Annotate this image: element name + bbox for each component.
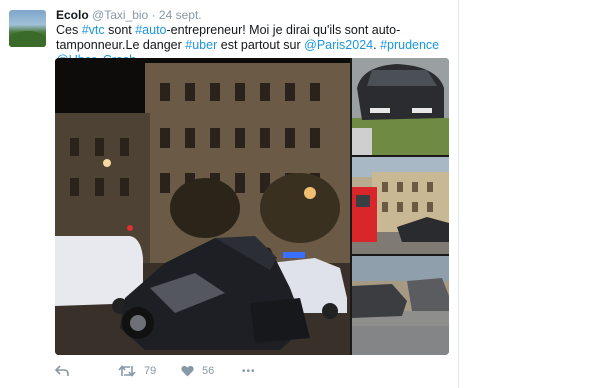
retweet-count: 79 xyxy=(144,365,157,377)
avatar[interactable] xyxy=(9,10,46,47)
author-handle[interactable]: @Taxi_bio xyxy=(92,8,148,22)
mention-paris2024[interactable]: @Paris2024 xyxy=(304,38,373,52)
like-button[interactable]: 56 xyxy=(181,362,214,380)
photo-street-fire-truck[interactable] xyxy=(352,157,449,254)
photo-damaged-car[interactable] xyxy=(352,58,449,155)
heart-icon xyxy=(181,365,194,377)
more-button[interactable]: ••• xyxy=(242,362,256,380)
author-name[interactable]: Ecolo xyxy=(56,8,89,22)
retweet-button[interactable]: 79 xyxy=(118,362,156,380)
tweet-header: Ecolo @Taxi_bio · 24 sept. xyxy=(56,8,202,23)
text-segment: sont xyxy=(104,23,136,37)
hashtag-vtc[interactable]: #vtc xyxy=(82,23,105,37)
media-grid xyxy=(55,58,449,355)
separator: · xyxy=(151,8,156,22)
hashtag-auto[interactable]: #auto xyxy=(135,23,166,37)
photo-car-crash-night[interactable] xyxy=(55,58,350,355)
hashtag-uber[interactable]: #uber xyxy=(185,38,217,52)
hashtag-prudence[interactable]: #prudence xyxy=(380,38,439,52)
more-icon: ••• xyxy=(242,365,256,377)
photo-intersection-cars[interactable] xyxy=(352,256,449,355)
tweet-card[interactable]: Ecolo @Taxi_bio · 24 sept. Ces #vtc sont… xyxy=(0,0,459,388)
text-segment: est partout sur xyxy=(217,38,305,52)
like-count: 56 xyxy=(202,365,215,377)
tweet-date[interactable]: 24 sept. xyxy=(159,8,202,22)
retweet-icon xyxy=(118,365,136,377)
reply-icon xyxy=(55,365,69,376)
text-segment: Ces xyxy=(56,23,82,37)
reply-button[interactable] xyxy=(55,362,69,380)
